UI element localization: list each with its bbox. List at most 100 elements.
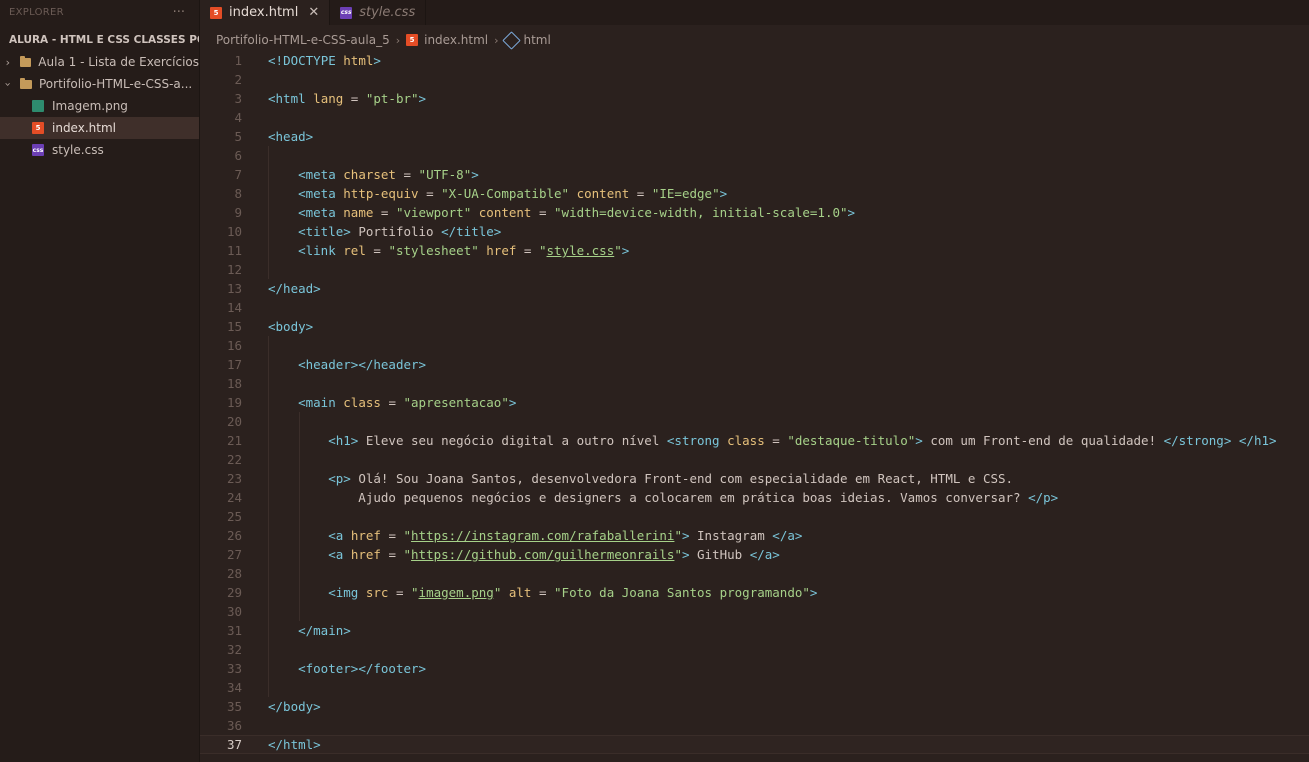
folder-icon [19, 55, 32, 67]
code-line[interactable]: 24 Ajudo pequenos negócios e designers a… [200, 488, 1309, 507]
breadcrumb-folder[interactable]: Portifolio-HTML-e-CSS-aula_5 [216, 33, 390, 47]
code-line[interactable]: 17 <header></header> [200, 355, 1309, 374]
line-number: 13 [226, 281, 242, 296]
line-number: 35 [226, 699, 242, 714]
code-token: Eleve seu negócio digital a outro nível [358, 433, 667, 448]
tree-item-aula-1[interactable]: › Aula 1 - Lista de Exercícios [0, 51, 199, 73]
tree-item-imagem-png[interactable]: Imagem.png [0, 95, 199, 117]
indent-guide [268, 412, 269, 431]
code-token: </strong> [1163, 433, 1232, 448]
code-line[interactable]: 26 <a href = "https://instagram.com/rafa… [200, 526, 1309, 545]
code-token: > [621, 243, 630, 258]
code-token: = [343, 91, 366, 106]
code-text: <!DOCTYPE html> [268, 51, 381, 70]
breadcrumb-symbol[interactable]: html [524, 33, 551, 47]
css-file-icon: css [32, 144, 44, 156]
tree-item-index-html[interactable]: 5 index.html [0, 117, 199, 139]
line-number: 17 [226, 357, 242, 372]
workspace-root[interactable]: ALURA - HTML E CSS CLASSES PO... [0, 29, 199, 51]
code-line[interactable]: 25 [200, 507, 1309, 526]
code-token: style.css [546, 243, 615, 258]
breadcrumb: Portifolio-HTML-e-CSS-aula_5 › 5 index.h… [216, 30, 551, 50]
code-line[interactable]: 18 [200, 374, 1309, 393]
code-token: content [478, 205, 532, 220]
code-token: <h1> [328, 433, 359, 448]
code-text: <body> [268, 317, 313, 336]
code-line[interactable]: 5 <head> [200, 127, 1309, 146]
code-line[interactable]: 9 <meta name = "viewport" content = "wid… [200, 203, 1309, 222]
code-token: <strong [666, 433, 720, 448]
code-text: <p> Olá! Sou Joana Santos, desenvolvedor… [268, 469, 1013, 488]
indent-guide [268, 146, 269, 165]
code-line[interactable]: 7 <meta charset = "UTF-8"> [200, 165, 1309, 184]
indent-guide [299, 602, 300, 621]
code-line[interactable]: 10 <title> Portifolio </title> [200, 222, 1309, 241]
code-token: = [764, 433, 788, 448]
code-line[interactable]: 28 [200, 564, 1309, 583]
code-token: <meta [298, 167, 336, 182]
code-line[interactable]: 4 [200, 108, 1309, 127]
code-token: "pt-br" [365, 91, 419, 106]
code-line[interactable]: 1 <!DOCTYPE html> [200, 51, 1309, 70]
code-token: </body> [268, 699, 321, 714]
code-line[interactable]: 36 [200, 716, 1309, 735]
code-line[interactable]: 23 <p> Olá! Sou Joana Santos, desenvolve… [200, 469, 1309, 488]
line-number: 37 [226, 737, 242, 752]
code-line[interactable]: 13 </head> [200, 279, 1309, 298]
line-number: 9 [234, 205, 242, 220]
breadcrumb-file[interactable]: index.html [424, 33, 488, 47]
code-line[interactable]: 15 <body> [200, 317, 1309, 336]
tree-item-style-css[interactable]: css style.css [0, 139, 199, 161]
code-line[interactable]: 21 <h1> Eleve seu negócio digital a outr… [200, 431, 1309, 450]
code-token: href [350, 528, 381, 543]
indent-guide [268, 564, 269, 583]
code-line[interactable]: 35 </body> [200, 697, 1309, 716]
code-token: " [674, 528, 682, 543]
code-line[interactable]: 31 </main> [200, 621, 1309, 640]
code-token: > [471, 167, 479, 182]
line-number: 19 [226, 395, 242, 410]
code-token: <meta [298, 186, 336, 201]
line-number: 6 [234, 148, 242, 163]
code-line[interactable]: 37 </html> [200, 735, 1309, 754]
code-line[interactable]: 14 [200, 298, 1309, 317]
code-token: GitHub [689, 547, 750, 562]
code-token: > [915, 433, 923, 448]
code-editor[interactable]: 1 <!DOCTYPE html> 2 3 <html lang = "pt-br"> 4… [200, 51, 1309, 762]
code-token: http-equiv [343, 186, 419, 201]
code-line[interactable]: 3 <html lang = "pt-br"> [200, 89, 1309, 108]
code-token: <! [268, 53, 284, 68]
code-text: <footer></footer> [268, 659, 426, 678]
code-token: " [403, 528, 412, 543]
indent-guide [299, 412, 300, 431]
tab-style-css[interactable]: css style.css [330, 0, 427, 25]
close-icon[interactable]: ✕ [308, 5, 319, 20]
code-line[interactable]: 32 [200, 640, 1309, 659]
code-line[interactable]: 20 [200, 412, 1309, 431]
code-token: > [508, 395, 517, 410]
code-line[interactable]: 11 <link rel = "stylesheet" href = "styl… [200, 241, 1309, 260]
code-line[interactable]: 2 [200, 70, 1309, 89]
line-number: 32 [226, 642, 242, 657]
code-line[interactable]: 8 <meta http-equiv = "X-UA-Compatible" c… [200, 184, 1309, 203]
code-token: charset [343, 167, 396, 182]
code-line[interactable]: 33 <footer></footer> [200, 659, 1309, 678]
code-text: <main class = "apresentacao"> [268, 393, 516, 412]
code-line[interactable]: 22 [200, 450, 1309, 469]
tree-item-portifolio-folder[interactable]: › Portifolio-HTML-e-CSS-a... [0, 73, 199, 95]
code-line[interactable]: 34 [200, 678, 1309, 697]
code-line[interactable]: 16 [200, 336, 1309, 355]
code-text: <a href = "https://instagram.com/rafabal… [268, 526, 802, 545]
code-line[interactable]: 19 <main class = "apresentacao"> [200, 393, 1309, 412]
code-line[interactable]: 12 [200, 260, 1309, 279]
code-token: https://github.com/guilhermeonrails [411, 547, 675, 562]
code-line[interactable]: 30 [200, 602, 1309, 621]
code-line[interactable]: 29 <img src = "imagem.png" alt = "Foto d… [200, 583, 1309, 602]
code-line[interactable]: 27 <a href = "https://github.com/guilher… [200, 545, 1309, 564]
tab-index-html[interactable]: 5 index.html ✕ [200, 0, 331, 25]
code-line[interactable]: 6 [200, 146, 1309, 165]
more-actions-icon[interactable]: ··· [173, 5, 185, 20]
